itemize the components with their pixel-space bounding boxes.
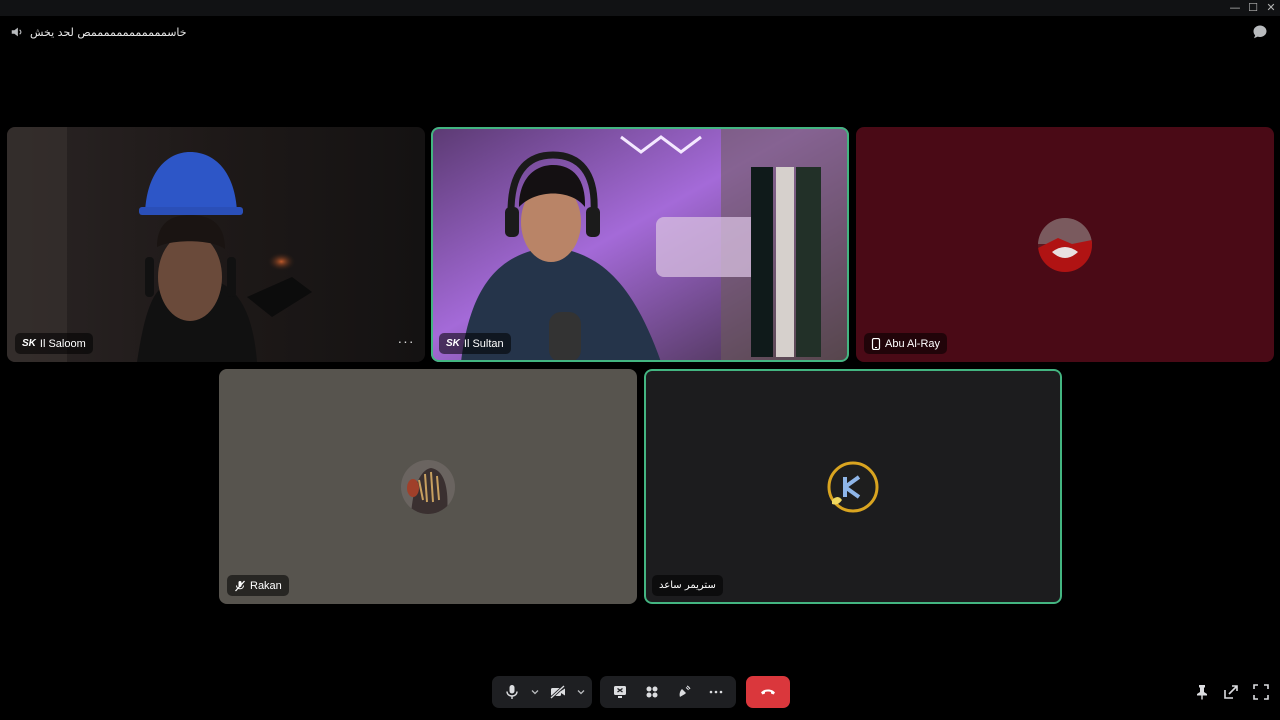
mic-camera-group bbox=[492, 676, 592, 708]
activities-button[interactable] bbox=[636, 676, 668, 708]
channel-header: خاسممممممممممممص لحد يخش bbox=[10, 23, 187, 41]
more-icon bbox=[709, 690, 723, 694]
disconnect-button[interactable] bbox=[746, 676, 790, 708]
speaker-icon bbox=[11, 27, 22, 37]
avatar bbox=[826, 459, 880, 514]
participant-name: ستريمر ساعد bbox=[659, 580, 716, 591]
participant-tile-streamer[interactable]: ستريمر ساعد bbox=[644, 369, 1062, 604]
avatar bbox=[1038, 217, 1092, 272]
participant-nameplate: SK Il Saloom bbox=[15, 333, 93, 354]
chat-icon[interactable] bbox=[1252, 24, 1268, 40]
mic-options-caret[interactable] bbox=[528, 676, 542, 708]
chevron-down-icon bbox=[531, 690, 539, 695]
screen-share-icon bbox=[614, 686, 626, 698]
server-tag: SK bbox=[22, 338, 36, 349]
fullscreen-button[interactable] bbox=[1251, 682, 1271, 702]
microphone-icon bbox=[506, 685, 518, 699]
soundboard-icon bbox=[679, 685, 691, 697]
pin-icon bbox=[1197, 685, 1207, 700]
participant-nameplate: SK Il Sultan bbox=[439, 333, 511, 354]
participant-nameplate: Abu Al-Ray bbox=[864, 333, 948, 354]
microphone-button[interactable] bbox=[496, 676, 528, 708]
chevron-down-icon bbox=[577, 690, 585, 695]
channel-name[interactable]: خاسممممممممممممص لحد يخش bbox=[30, 26, 187, 39]
screen-share-button[interactable] bbox=[604, 676, 636, 708]
mobile-phone-icon bbox=[871, 337, 881, 350]
camera-button[interactable] bbox=[542, 676, 574, 708]
more-actions-button[interactable] bbox=[700, 676, 732, 708]
popout-icon bbox=[1224, 685, 1238, 699]
window-titlebar: — ☐ ✕ bbox=[0, 0, 1280, 16]
video-feed bbox=[7, 127, 425, 362]
hang-up-icon bbox=[761, 689, 775, 695]
actions-group bbox=[600, 676, 736, 708]
participant-nameplate: ستريمر ساعد bbox=[652, 575, 723, 596]
popout-button[interactable] bbox=[1221, 682, 1241, 702]
participant-nameplate: Rakan bbox=[227, 575, 289, 596]
participant-tile-abu-al-ray[interactable]: Abu Al-Ray bbox=[856, 127, 1274, 362]
more-options-icon[interactable]: ··· bbox=[395, 333, 417, 354]
maximize-button[interactable]: ☐ bbox=[1246, 1, 1260, 15]
camera-off-icon bbox=[550, 685, 566, 699]
participant-tile-il-sultan[interactable]: SK Il Sultan bbox=[431, 127, 849, 362]
muted-mic-icon bbox=[235, 580, 245, 591]
camera-options-caret[interactable] bbox=[574, 676, 588, 708]
participant-name: Il Sultan bbox=[463, 337, 504, 350]
fullscreen-icon bbox=[1253, 684, 1269, 700]
avatar bbox=[401, 459, 455, 514]
participant-name: Il Saloom bbox=[39, 337, 86, 350]
video-feed bbox=[431, 127, 849, 362]
participant-tile-rakan[interactable]: Rakan bbox=[219, 369, 637, 604]
call-controls bbox=[492, 676, 790, 708]
minimize-button[interactable]: — bbox=[1228, 1, 1242, 15]
server-tag: SK bbox=[446, 338, 460, 349]
activities-icon bbox=[646, 686, 658, 698]
soundboard-button[interactable] bbox=[668, 676, 700, 708]
participant-name: Abu Al-Ray bbox=[885, 337, 941, 350]
participant-name: Rakan bbox=[250, 579, 282, 592]
participant-tile-il-saloom[interactable]: SK Il Saloom ··· bbox=[7, 127, 425, 362]
close-button[interactable]: ✕ bbox=[1264, 1, 1278, 15]
pin-button[interactable] bbox=[1192, 682, 1212, 702]
